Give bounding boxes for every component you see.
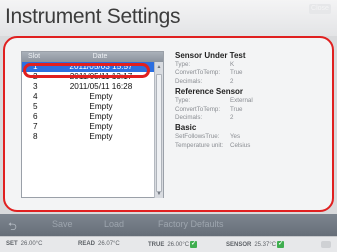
slot-date: 2011/05/11 16:28 xyxy=(69,82,133,91)
detail-value: True xyxy=(230,105,243,113)
detail-row: Temperature unit: Celsius xyxy=(175,142,325,150)
status-value: 26.00°C xyxy=(167,242,190,249)
detail-value: Yes xyxy=(230,133,241,141)
check-icon: ✓ xyxy=(190,241,198,248)
detail-key: Decimals: xyxy=(175,113,203,121)
status-read: READ 26.07°C xyxy=(78,241,120,247)
detail-key: Type: xyxy=(175,97,191,105)
status-label: TRUE xyxy=(148,242,165,249)
status-value: 26.07°C xyxy=(98,241,120,247)
detail-row: ConvertToTemp: True xyxy=(175,106,325,114)
detail-key: Decimals: xyxy=(175,77,203,85)
status-label: SENSOR xyxy=(226,242,252,249)
scrollbar-thumb[interactable] xyxy=(156,74,162,192)
title-bar: Instrument Settings Close xyxy=(0,0,337,36)
detail-value: Celsius xyxy=(230,141,251,149)
slot-number: 5 xyxy=(33,102,38,111)
date-column-header: Date xyxy=(92,53,108,60)
detail-key: Type: xyxy=(175,61,191,68)
list-scrollbar[interactable]: ▲ ▼ xyxy=(154,62,163,198)
slot-column-header: Slot xyxy=(28,53,41,60)
list-item[interactable]: 6 Empty xyxy=(22,112,155,122)
list-item[interactable]: 8 Empty xyxy=(22,132,155,142)
section-title-reference-sensor: Reference Sensor xyxy=(175,87,244,97)
status-true: TRUE 26.00°C ✓ xyxy=(148,241,198,249)
check-icon: ✓ xyxy=(277,241,285,248)
slot-date: Empty xyxy=(89,102,113,111)
status-sensor: SENSOR 25.37°C ✓ xyxy=(226,241,285,249)
detail-key: ConvertToTemp: xyxy=(175,105,221,113)
list-item[interactable]: 4 Empty xyxy=(22,92,155,102)
section-title-sensor-under-test: Sensor Under Test xyxy=(175,51,246,60)
detail-value: K xyxy=(230,61,235,68)
slot-date: Empty xyxy=(89,132,113,141)
settings-details: Sensor Under Test Type: K ConvertToTemp: T… xyxy=(175,50,325,150)
slot-date: Empty xyxy=(89,122,113,131)
detail-value: 2 xyxy=(230,113,234,121)
close-button[interactable]: Close xyxy=(309,4,331,14)
list-item[interactable]: 3 2011/05/11 16:28 xyxy=(22,82,155,92)
load-button[interactable]: Load xyxy=(104,219,124,229)
slot-date: Empty xyxy=(89,92,113,101)
section-title-basic: Basic xyxy=(175,123,197,133)
save-button[interactable]: Save xyxy=(52,219,73,229)
status-indicator-icon xyxy=(321,241,331,248)
status-label: READ xyxy=(78,241,96,247)
detail-value: True xyxy=(230,69,243,77)
detail-row: SetFollowsTrue: Yes xyxy=(175,133,325,141)
detail-value: 2 xyxy=(230,77,234,85)
scroll-down-icon[interactable]: ▼ xyxy=(156,191,162,197)
back-arrow-icon[interactable]: ⮌ xyxy=(8,218,17,237)
status-value: 25.37°C xyxy=(254,242,277,249)
selected-row-highlight xyxy=(23,63,150,78)
slot-number: 3 xyxy=(33,82,38,91)
detail-row: Decimals: 2 xyxy=(175,78,325,86)
status-bar: SET 26.00°C READ 26.07°C TRUE 26.00°C ✓ SENS… xyxy=(0,236,337,252)
slot-number: 8 xyxy=(33,132,38,141)
detail-key: Temperature unit: xyxy=(175,141,224,149)
factory-defaults-button[interactable]: Factory Defaults xyxy=(158,219,224,229)
detail-row: Type: K xyxy=(175,61,325,69)
detail-row: Type: External xyxy=(175,97,325,105)
status-set: SET 26.00°C xyxy=(6,241,42,247)
slot-date: Empty xyxy=(89,112,113,121)
scroll-up-icon[interactable]: ▲ xyxy=(156,64,162,70)
slot-number: 6 xyxy=(33,112,38,121)
detail-key: ConvertToTemp: xyxy=(175,69,221,77)
detail-row: Decimals: 2 xyxy=(175,114,325,122)
slot-number: 7 xyxy=(33,122,38,131)
detail-row: ConvertToTemp: True xyxy=(175,69,325,77)
list-header: Slot Date xyxy=(22,52,163,62)
bottom-toolbar: ⮌ Save Load Factory Defaults xyxy=(0,214,337,236)
status-value: 26.00°C xyxy=(20,241,43,247)
detail-value: External xyxy=(230,97,253,105)
status-label: SET xyxy=(6,241,18,247)
slot-number: 4 xyxy=(33,92,38,101)
list-item[interactable]: 7 Empty xyxy=(22,122,155,132)
list-item[interactable]: 5 Empty xyxy=(22,102,155,112)
window-title: Instrument Settings xyxy=(5,5,181,28)
detail-key: SetFollowsTrue: xyxy=(175,133,220,141)
